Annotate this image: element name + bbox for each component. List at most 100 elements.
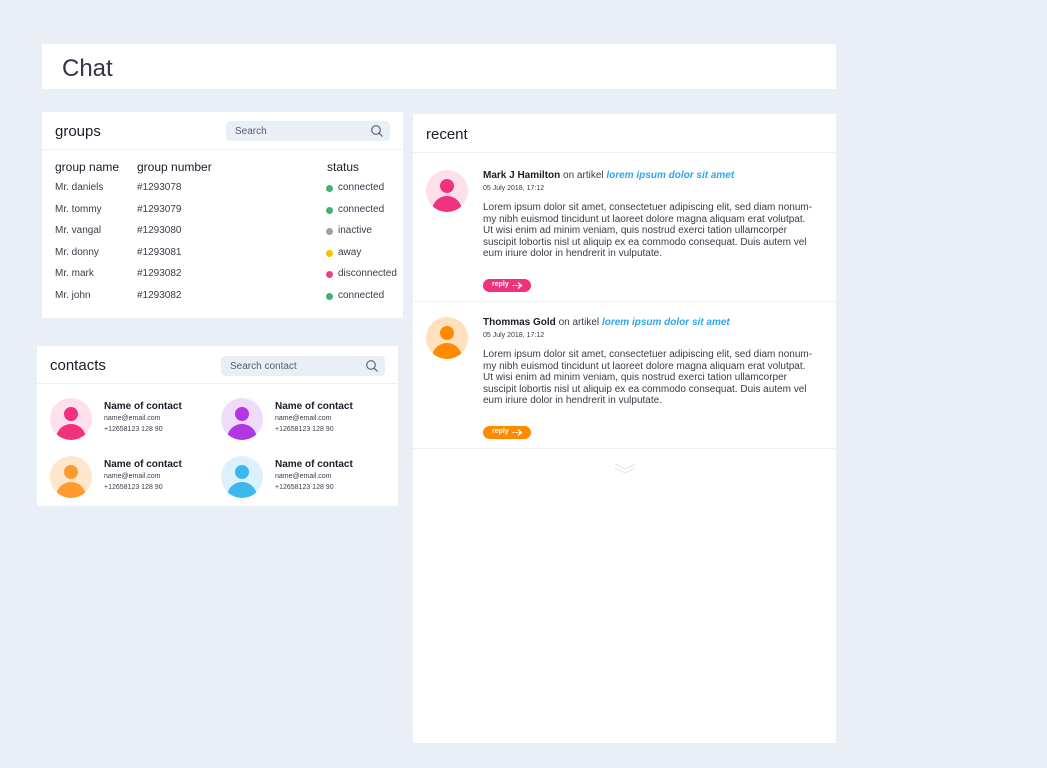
contact-card[interactable]: Name of contact name@email.com +12658123…: [221, 398, 391, 444]
avatar: [426, 170, 468, 212]
contacts-search-box[interactable]: [221, 356, 385, 376]
avatar: [221, 456, 263, 498]
group-number: #1293078: [137, 182, 182, 193]
post-date: 05 July 2018, 17:12: [483, 185, 545, 192]
contact-name: Name of contact: [104, 401, 182, 412]
table-row[interactable]: Mr. mark #1293082 disconnected: [42, 264, 403, 285]
status-text: disconnected: [338, 268, 397, 279]
avatar: [221, 398, 263, 440]
avatar-body: [227, 482, 257, 498]
avatar-body: [432, 343, 462, 359]
post-on-text: on artikel: [555, 317, 602, 328]
status-dot: [326, 293, 333, 300]
group-number: #1293079: [137, 204, 182, 215]
table-row[interactable]: Mr. donny #1293081 away: [42, 243, 403, 264]
group-name: Mr. tommy: [55, 204, 102, 215]
column-header-group-name: group name: [55, 160, 120, 174]
contact-card[interactable]: Name of contact name@email.com +12658123…: [50, 456, 220, 502]
group-name: Mr. donny: [55, 247, 99, 258]
recent-panel: recent Mark J Hamilton on artikel lorem …: [413, 114, 836, 743]
post-body: Lorem ipsum dolor sit amet, consectetuer…: [483, 202, 813, 260]
recent-title: recent: [426, 126, 468, 143]
reply-button[interactable]: reply: [483, 279, 531, 292]
groups-search-box[interactable]: [226, 121, 390, 141]
search-icon[interactable]: [365, 359, 379, 373]
contact-name: Name of contact: [275, 459, 353, 470]
group-number: #1293082: [137, 290, 182, 301]
status-dot: [326, 185, 333, 192]
reply-label: reply: [492, 281, 509, 288]
avatar: [426, 317, 468, 359]
recent-header: recent: [413, 114, 836, 153]
column-header-group-number: group number: [137, 160, 212, 174]
contacts-header: contacts: [37, 346, 398, 384]
status-text: connected: [338, 204, 385, 215]
double-chevron-down-icon[interactable]: [613, 462, 637, 476]
group-name: Mr. daniels: [55, 182, 104, 193]
post-author[interactable]: Mark J Hamilton: [483, 170, 560, 181]
avatar-head: [64, 465, 78, 479]
contact-email: name@email.com: [104, 415, 161, 422]
status-dot: [326, 250, 333, 257]
contact-card[interactable]: Name of contact name@email.com +12658123…: [221, 456, 391, 502]
search-icon[interactable]: [370, 124, 384, 138]
group-number: #1293081: [137, 247, 182, 258]
post-author[interactable]: Thommas Gold: [483, 317, 556, 328]
groups-panel: groups group name group number status Mr…: [42, 112, 403, 318]
reply-button[interactable]: reply: [483, 426, 531, 439]
contacts-panel: contacts Name of contact name@email.com …: [37, 346, 398, 506]
contacts-search-input[interactable]: [230, 359, 348, 373]
post-article-link[interactable]: lorem ipsum dolor sit amet: [602, 317, 730, 328]
post-article-link[interactable]: lorem ipsum dolor sit amet: [606, 170, 734, 181]
contact-card[interactable]: Name of contact name@email.com +12658123…: [50, 398, 220, 444]
status-dot: [326, 207, 333, 214]
page-title: Chat: [62, 55, 113, 82]
group-name: Mr. john: [55, 290, 91, 301]
contact-phone: +12658123 128 90: [104, 426, 163, 433]
group-name: Mr. mark: [55, 268, 94, 279]
avatar-head: [440, 179, 454, 193]
avatar-head: [235, 407, 249, 421]
activity-post: Mark J Hamilton on artikel lorem ipsum d…: [413, 153, 836, 302]
contact-phone: +12658123 128 90: [104, 484, 163, 491]
groups-title: groups: [55, 123, 101, 140]
page-header: Chat: [42, 44, 836, 89]
groups-search-input[interactable]: [235, 124, 353, 138]
status-text: connected: [338, 290, 385, 301]
table-row[interactable]: Mr. vangal #1293080 inactive: [42, 221, 403, 242]
status-text: away: [338, 247, 362, 258]
column-header-status: status: [327, 160, 360, 174]
avatar-head: [440, 326, 454, 340]
avatar-head: [235, 465, 249, 479]
arrow-right-icon: [512, 429, 523, 436]
group-number: #1293082: [137, 268, 182, 279]
avatar: [50, 398, 92, 440]
contact-email: name@email.com: [275, 473, 332, 480]
contact-name: Name of contact: [275, 401, 353, 412]
post-on-text: on artikel: [560, 170, 607, 181]
avatar-head: [64, 407, 78, 421]
avatar-body: [227, 424, 257, 440]
groups-header: groups: [42, 112, 403, 150]
status-text: connected: [338, 182, 385, 193]
status-dot: [326, 228, 333, 235]
contact-phone: +12658123 128 90: [275, 426, 334, 433]
post-date: 05 July 2018, 17:12: [483, 332, 545, 339]
status-dot: [326, 271, 333, 278]
contact-phone: +12658123 128 90: [275, 484, 334, 491]
contact-name: Name of contact: [104, 459, 182, 470]
avatar-body: [56, 424, 86, 440]
table-row[interactable]: Mr. daniels #1293078 connected: [42, 178, 403, 199]
contact-email: name@email.com: [275, 415, 332, 422]
post-body: Lorem ipsum dolor sit amet, consectetuer…: [483, 349, 813, 407]
status-text: inactive: [338, 225, 372, 236]
table-row[interactable]: Mr. tommy #1293079 connected: [42, 200, 403, 221]
avatar-body: [432, 196, 462, 212]
group-number: #1293080: [137, 225, 182, 236]
activity-post: Thommas Gold on artikel lorem ipsum dolo…: [413, 300, 836, 449]
post-headline: Mark J Hamilton on artikel lorem ipsum d…: [483, 170, 734, 181]
avatar-body: [56, 482, 86, 498]
reply-label: reply: [492, 428, 509, 435]
group-name: Mr. vangal: [55, 225, 102, 236]
table-row[interactable]: Mr. john #1293082 connected: [42, 286, 403, 307]
